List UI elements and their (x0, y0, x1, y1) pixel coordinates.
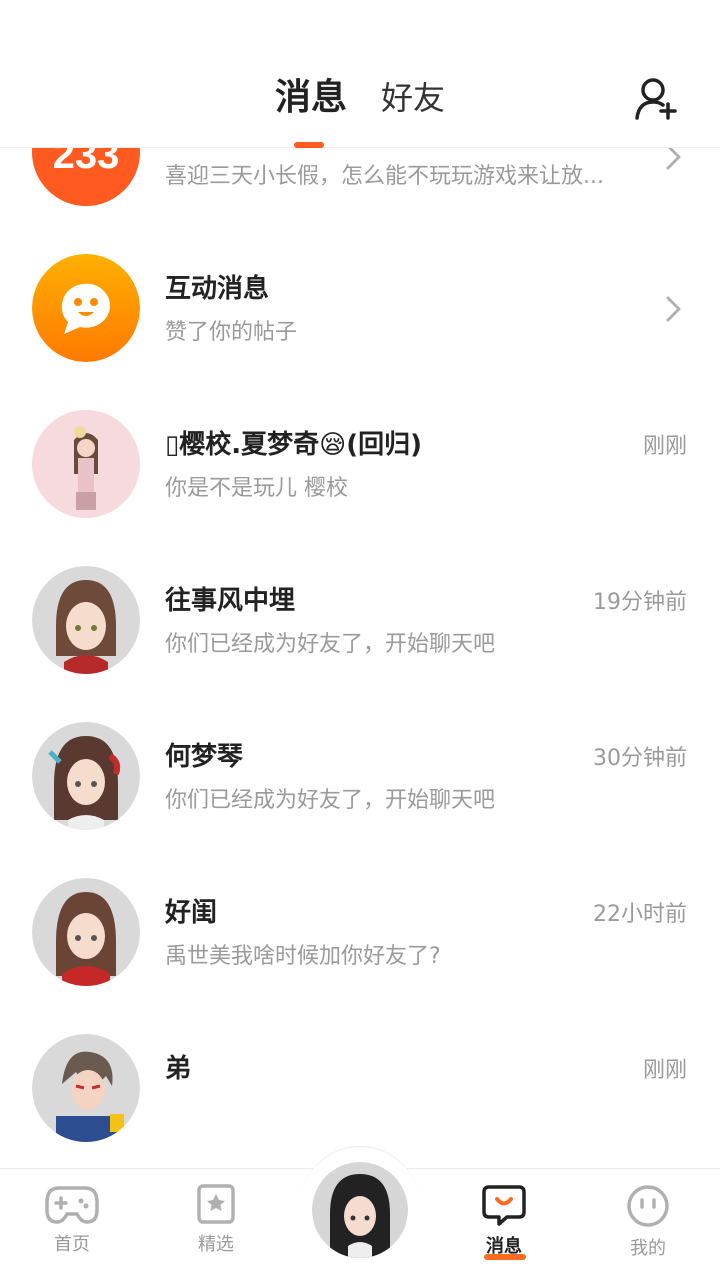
nav-home[interactable]: 首页 (22, 1184, 122, 1264)
interaction-avatar-icon (32, 254, 140, 362)
active-tab-indicator (294, 142, 324, 148)
avatar-girl-icon (32, 878, 140, 986)
conversation-time: 刚刚 (642, 434, 687, 459)
chevron-right-icon (666, 296, 681, 322)
tab-friends[interactable]: 好友 (381, 76, 445, 120)
avatar-boy-icon (32, 1034, 140, 1142)
conversation-time: 刚刚 (642, 1058, 687, 1083)
header-tabs: 消息 好友 (0, 76, 720, 120)
gamepad-icon (45, 1186, 99, 1224)
conversation-title: 弟 (165, 1054, 192, 1084)
conversation-subtitle: 喜迎三天小长假，怎么能不玩玩游戏来让放... (165, 164, 604, 189)
nav-profile-label: 我的 (630, 1238, 666, 1259)
conversation-subtitle: 你们已经成为好友了，开始聊天吧 (165, 632, 496, 657)
conversation-row-3[interactable]: 往事风中埋 你们已经成为好友了，开始聊天吧 19分钟前 (0, 566, 720, 722)
message-bubble-icon (482, 1185, 526, 1226)
avatar-pink-icon (32, 410, 140, 518)
top-header: 消息 好友 (0, 0, 720, 148)
conversation-row-2[interactable]: ▯樱校.夏梦奇😪(回归) 你是不是玩儿 樱校 刚刚 (0, 410, 720, 566)
conversation-title: 往事风中埋 (165, 586, 296, 616)
conversation-row-interactions[interactable]: 互动消息 赞了你的帖子 (0, 254, 720, 410)
star-bookmark-icon (197, 1184, 235, 1224)
conversation-title: 互动消息 (165, 274, 270, 304)
conversation-subtitle: 你是不是玩儿 樱校 (165, 476, 348, 501)
conversation-time: 22小时前 (593, 902, 687, 927)
conversation-row-5[interactable]: 好闺 禹世美我啥时候加你好友了? 22小时前 (0, 878, 720, 1034)
center-avatar-button[interactable] (312, 1162, 408, 1258)
avatar-girl-icon (32, 566, 140, 674)
face-icon (627, 1185, 669, 1227)
tab-messages[interactable]: 消息 (275, 76, 347, 120)
nav-home-label: 首页 (54, 1234, 90, 1255)
avatar-girl-icon (32, 722, 140, 830)
add-friend-icon[interactable] (634, 76, 680, 122)
avatar-center-icon (312, 1162, 408, 1258)
conversation-row-4[interactable]: 何梦琴 你们已经成为好友了，开始聊天吧 30分钟前 (0, 722, 720, 878)
conversation-time: 19分钟前 (593, 590, 687, 615)
nav-messages-underline (484, 1254, 526, 1260)
conversation-title: ▯樱校.夏梦奇😪(回归) (165, 430, 423, 460)
nav-featured[interactable]: 精选 (166, 1184, 266, 1264)
nav-profile[interactable]: 我的 (598, 1184, 698, 1264)
conversation-title: 何梦琴 (165, 742, 244, 772)
conversation-subtitle: 禹世美我啥时候加你好友了? (165, 944, 441, 969)
nav-featured-label: 精选 (198, 1234, 234, 1255)
conversation-subtitle: 赞了你的帖子 (165, 320, 298, 345)
nav-messages[interactable]: 消息 (454, 1184, 554, 1264)
conversation-title: 好闺 (165, 898, 218, 928)
conversation-time: 30分钟前 (593, 746, 687, 771)
conversation-subtitle: 你们已经成为好友了，开始聊天吧 (165, 788, 496, 813)
